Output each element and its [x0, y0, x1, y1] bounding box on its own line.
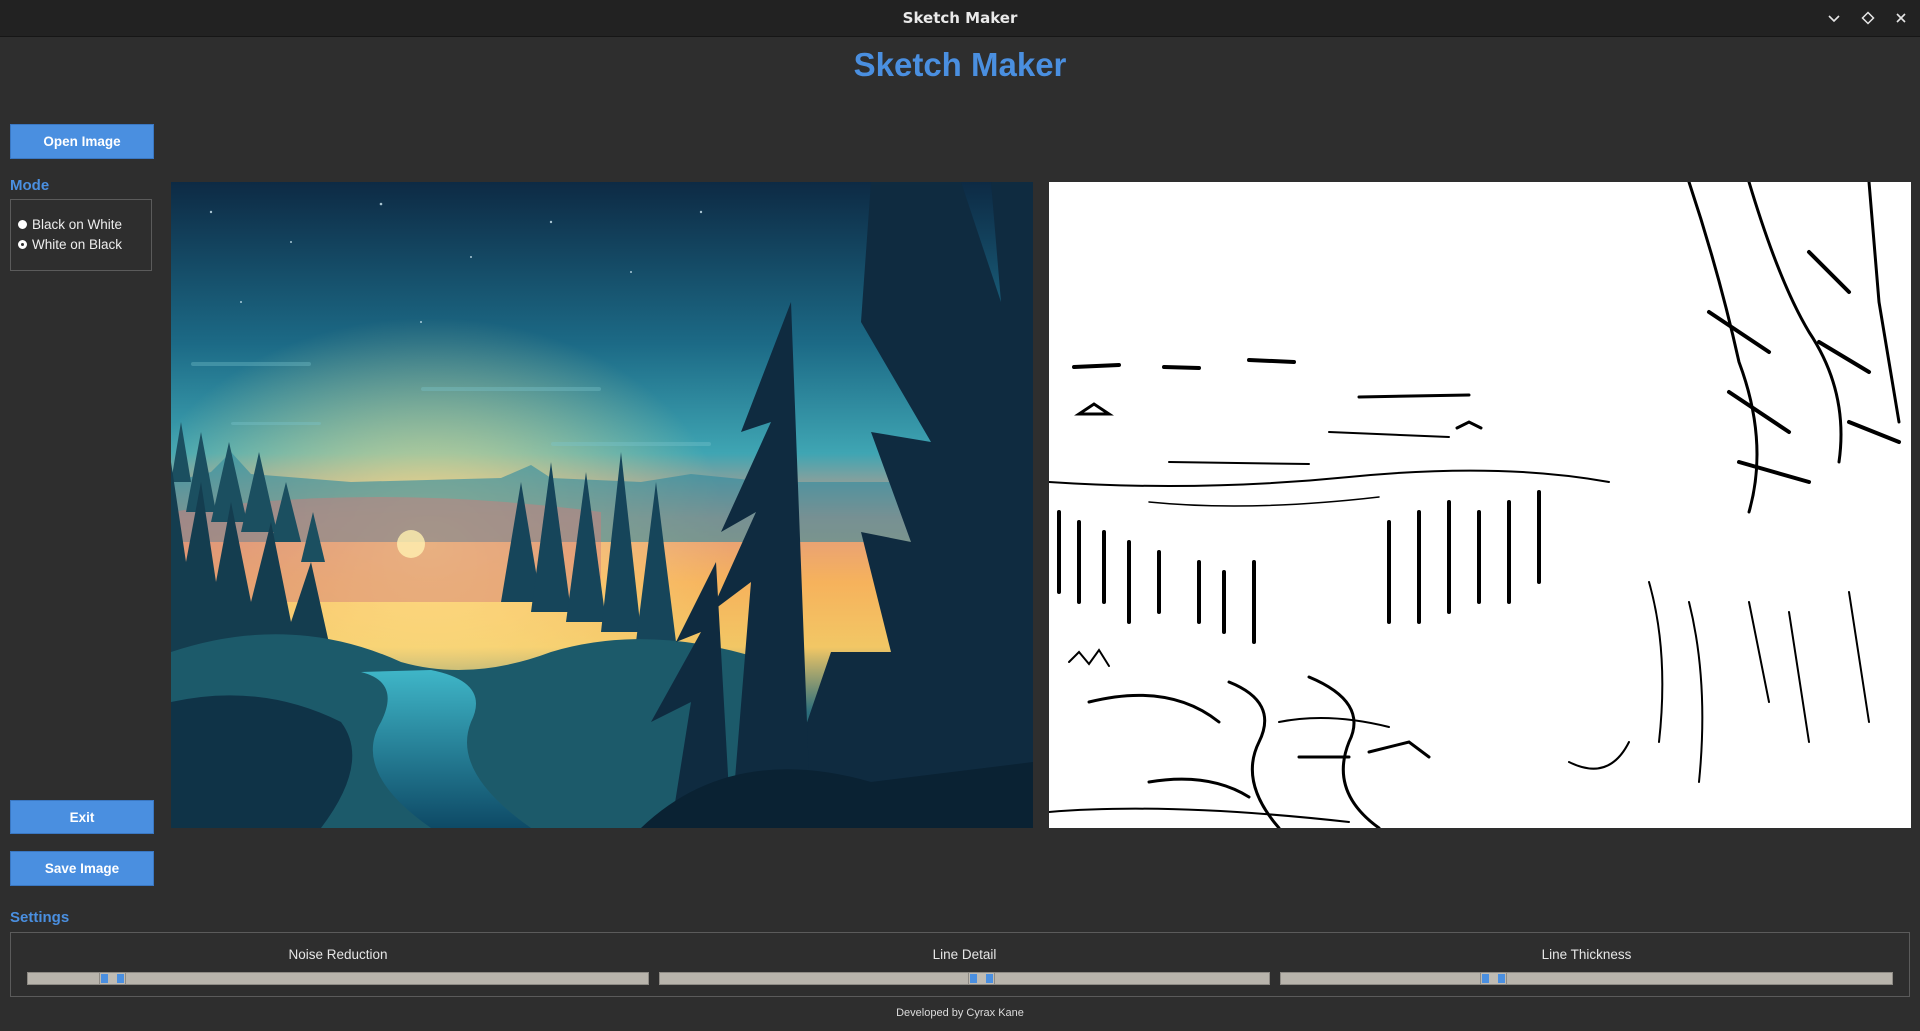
settings-label: Settings	[10, 909, 70, 926]
noise-reduction-slider[interactable]	[27, 972, 649, 985]
radio-label: Black on White	[32, 217, 123, 232]
mode-label: Mode	[10, 177, 50, 194]
settings-group	[10, 932, 1910, 997]
line-detail-label: Line Detail	[932, 947, 997, 962]
noise-reduction-label: Noise Reduction	[288, 947, 388, 962]
line-thickness-label: Line Thickness	[1541, 947, 1632, 962]
window-title: Sketch Maker	[902, 9, 1018, 27]
close-icon[interactable]	[1889, 6, 1913, 30]
sketch-output	[1049, 182, 1911, 828]
slider-thumb[interactable]	[968, 973, 995, 984]
minimize-icon[interactable]	[1822, 6, 1846, 30]
radio-black-on-white[interactable]: Black on White	[18, 217, 122, 232]
mode-group	[10, 199, 152, 271]
developer-credit: Developed by Cyrax Kane	[896, 1007, 1024, 1019]
forest-sunset-landscape	[171, 182, 1033, 828]
radio-label: White on Black	[32, 237, 123, 252]
slider-thumb[interactable]	[1480, 973, 1507, 984]
exit-button[interactable]: Exit	[10, 800, 154, 834]
original-image	[171, 182, 1033, 828]
radio-white-on-black[interactable]: White on Black	[18, 237, 122, 252]
line-detail-slider[interactable]	[659, 972, 1270, 985]
sketch-image	[1049, 182, 1911, 828]
radio-indicator[interactable]	[18, 240, 27, 249]
maximize-icon[interactable]	[1856, 6, 1880, 30]
window-titlebar: Sketch Maker	[0, 0, 1920, 37]
app-heading: Sketch Maker	[853, 46, 1067, 83]
slider-thumb[interactable]	[99, 973, 126, 984]
open-image-button[interactable]: Open Image	[10, 124, 154, 159]
radio-indicator[interactable]	[18, 220, 27, 229]
line-thickness-slider[interactable]	[1280, 972, 1893, 985]
save-image-button[interactable]: Save Image	[10, 851, 154, 886]
